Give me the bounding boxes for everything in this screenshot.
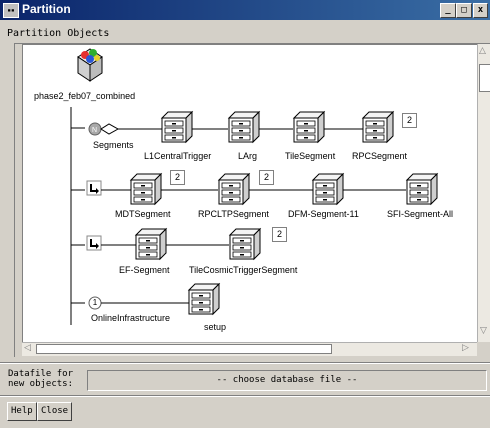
server-icon[interactable] [362, 111, 394, 143]
partition-canvas[interactable]: N phase2_feb07_combined Segments L1Centr… [22, 44, 477, 342]
app-icon[interactable]: ▪▪ [3, 3, 19, 18]
server-icon[interactable] [130, 173, 162, 205]
node-label[interactable]: TileSegment [285, 151, 335, 161]
node-label[interactable]: MDTSegment [115, 209, 171, 219]
svg-text:N: N [92, 127, 97, 134]
close-window-button[interactable]: x [473, 3, 488, 18]
separator [0, 362, 490, 364]
datafile-label: Datafile for new objects: [8, 369, 74, 389]
horizontal-scroll-thumb[interactable] [36, 344, 332, 354]
server-icon[interactable] [161, 111, 193, 143]
datafile-field[interactable]: -- choose database file -- [87, 370, 487, 391]
count-marker: 1 [92, 298, 98, 307]
count-badge: 2 [272, 227, 287, 242]
count-badge: 2 [402, 113, 417, 128]
node-label[interactable]: LArg [238, 151, 257, 161]
server-icon[interactable] [229, 228, 261, 260]
node-label[interactable]: L1CentralTrigger [144, 151, 211, 161]
minimize-button[interactable]: _ [440, 3, 456, 18]
vertical-scroll-thumb[interactable] [479, 64, 490, 92]
scroll-down-icon[interactable]: ▽ [480, 326, 487, 336]
server-icon[interactable] [406, 173, 438, 205]
server-icon[interactable] [228, 111, 260, 143]
scroll-left-icon[interactable]: ◁ [24, 343, 31, 353]
node-label[interactable]: DFM-Segment-11 [288, 209, 359, 219]
scroll-up-icon[interactable]: △ [479, 46, 486, 56]
root-partition-icon[interactable] [77, 48, 103, 82]
count-badge: 2 [259, 170, 274, 185]
node-label[interactable]: setup [204, 322, 226, 332]
server-icon[interactable] [293, 111, 325, 143]
title-bar[interactable]: ▪▪ Partition _ □ x [0, 0, 490, 20]
node-label[interactable]: TileCosmicTriggerSegment [189, 265, 297, 275]
node-label[interactable]: RPCSegment [352, 151, 407, 161]
maximize-button[interactable]: □ [456, 3, 472, 18]
server-icon[interactable] [218, 173, 250, 205]
server-icon[interactable] [188, 283, 220, 315]
section-label: Partition Objects [7, 28, 110, 39]
online-infrastructure-label[interactable]: OnlineInfrastructure [91, 313, 170, 323]
server-icon[interactable] [312, 173, 344, 205]
close-button[interactable]: Close [37, 402, 73, 421]
scroll-right-icon[interactable]: ▷ [462, 343, 469, 353]
window-title: Partition [22, 2, 71, 16]
node-label[interactable]: EF-Segment [119, 265, 170, 275]
root-node-label[interactable]: phase2_feb07_combined [34, 91, 135, 101]
separator [0, 395, 490, 397]
server-icon[interactable] [135, 228, 167, 260]
help-button[interactable]: Help [7, 402, 37, 421]
node-label[interactable]: RPCLTPSegment [198, 209, 269, 219]
count-badge: 2 [170, 170, 185, 185]
segments-label[interactable]: Segments [93, 140, 134, 150]
node-label[interactable]: SFI-Segment-All [387, 209, 453, 219]
